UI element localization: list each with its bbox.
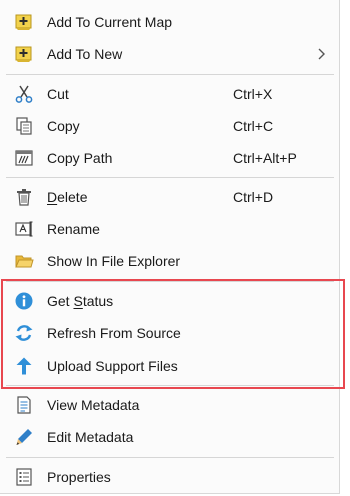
info-icon xyxy=(14,291,34,311)
context-menu: Add To Current Map Add To New Cut Ctrl+X… xyxy=(0,0,340,494)
upload-arrow-icon xyxy=(14,356,34,376)
menu-item-label: Copy xyxy=(47,118,80,134)
add-layer-icon xyxy=(14,12,34,32)
menu-separator xyxy=(6,457,334,458)
menu-item-label: Add To Current Map xyxy=(47,14,173,30)
menu-separator xyxy=(6,281,334,282)
menu-item-copy-path[interactable]: Copy Path Ctrl+Alt+P xyxy=(0,142,338,174)
menu-item-edit-metadata[interactable]: Edit Metadata xyxy=(0,421,338,453)
menu-item-get-status[interactable]: Get Status xyxy=(0,285,338,317)
menu-item-rename[interactable]: Rename xyxy=(0,213,338,245)
menu-separator xyxy=(6,74,334,75)
shortcut-text: Ctrl+C xyxy=(233,118,274,134)
shortcut-text: Ctrl+D xyxy=(233,189,274,205)
menu-item-upload-support-files[interactable]: Upload Support Files xyxy=(0,350,338,382)
menu-item-properties[interactable]: Properties xyxy=(0,461,338,493)
folder-icon xyxy=(14,251,34,271)
rename-icon xyxy=(14,219,34,239)
scissors-icon xyxy=(14,84,34,104)
menu-item-label: View Metadata xyxy=(47,397,140,413)
menu-item-label: Cut xyxy=(47,86,69,102)
chevron-right-icon xyxy=(314,47,328,61)
menu-item-label: Edit Metadata xyxy=(47,429,134,445)
menu-item-cut[interactable]: Cut Ctrl+X xyxy=(0,78,338,110)
menu-item-view-metadata[interactable]: View Metadata xyxy=(0,389,338,421)
trash-icon xyxy=(14,187,34,207)
menu-item-label: Upload Support Files xyxy=(47,358,178,374)
menu-item-label: Refresh From Source xyxy=(47,325,181,341)
properties-icon xyxy=(14,467,34,487)
shortcut-text: Ctrl+X xyxy=(233,86,273,102)
menu-item-show-in-file-explorer[interactable]: Show In File Explorer xyxy=(0,245,338,277)
metadata-icon xyxy=(14,395,34,415)
menu-item-copy[interactable]: Copy Ctrl+C xyxy=(0,110,338,142)
menu-separator xyxy=(6,177,334,178)
menu-item-label: Show In File Explorer xyxy=(47,253,181,269)
menu-item-label: Add To New xyxy=(47,46,123,62)
menu-item-label: Rename xyxy=(47,221,100,237)
menu-item-label: Get Status xyxy=(47,293,114,309)
menu-item-add-to-new[interactable]: Add To New xyxy=(0,38,338,70)
copy-icon xyxy=(14,116,34,136)
shortcut-text: Ctrl+Alt+P xyxy=(233,150,297,166)
refresh-icon xyxy=(14,323,34,343)
menu-item-label: Copy Path xyxy=(47,150,113,166)
menu-item-label: Delete xyxy=(47,189,88,205)
menu-separator xyxy=(6,385,334,386)
menu-item-refresh-from-source[interactable]: Refresh From Source xyxy=(0,317,338,349)
menu-item-delete[interactable]: Delete Ctrl+D xyxy=(0,181,338,213)
menu-item-add-to-current-map[interactable]: Add To Current Map xyxy=(0,6,338,38)
menu-item-label: Properties xyxy=(47,469,111,485)
add-layer-icon xyxy=(14,44,34,64)
pencil-icon xyxy=(14,427,34,447)
copy-path-icon xyxy=(14,148,34,168)
